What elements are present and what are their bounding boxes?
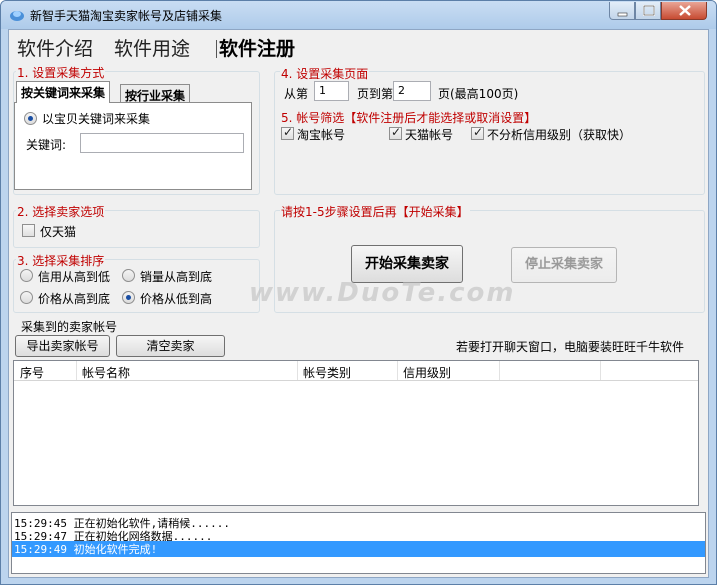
col-index[interactable]: 序号 xyxy=(20,364,44,381)
keyword-tab-panel: 以宝贝关键词来采集 关键词: xyxy=(14,102,252,190)
window-title: 新智手天猫淘宝卖家帐号及店铺采集 xyxy=(30,9,223,23)
to-page-input[interactable]: 2 xyxy=(393,81,431,101)
column-divider xyxy=(397,361,398,380)
tab-industry[interactable]: 按行业采集 xyxy=(120,84,191,103)
client-area: 软件介绍 软件用途 软件注册 1. 设置采集方式 按关键词来采集 按行业采集 以… xyxy=(8,29,709,578)
log-time: 15:29:49 xyxy=(14,543,67,556)
export-accounts-button[interactable]: 导出卖家帐号 xyxy=(15,335,110,357)
tab-keyword[interactable]: 按关键词来采集 xyxy=(16,81,111,103)
col-account-name[interactable]: 帐号名称 xyxy=(82,364,130,381)
checkbox-tmall-only[interactable] xyxy=(22,224,35,237)
column-divider xyxy=(76,361,77,380)
col-credit-level[interactable]: 信用级别 xyxy=(403,364,451,381)
page-settings-title: 4. 设置采集页面 xyxy=(280,65,370,82)
maximize-icon xyxy=(643,5,655,16)
checkbox-tmall-label: 天猫帐号 xyxy=(405,128,454,142)
checkbox-no-credit-label: 不分析信用级别（获取快） xyxy=(487,128,632,142)
action-hint: 请按1-5步骤设置后再【开始采集】 xyxy=(280,203,470,220)
account-filter-title: 5. 帐号筛选【软件注册后才能选择或取消设置】 xyxy=(280,109,538,126)
radio-sales-desc-label: 销量从高到底 xyxy=(140,270,213,284)
radio-sales-desc[interactable] xyxy=(122,269,135,282)
maximize-button[interactable] xyxy=(635,2,661,20)
chat-notice: 若要打开聊天窗口，电脑要装旺旺千牛软件 xyxy=(456,340,685,354)
clear-sellers-button[interactable]: 清空卖家 xyxy=(116,335,225,357)
from-page-input[interactable]: 1 xyxy=(314,81,349,101)
action-group xyxy=(274,210,705,313)
radio-keyword-label: 以宝贝关键词来采集 xyxy=(42,112,151,126)
log-line-selected: 15:29:49 初始化软件完成! xyxy=(12,541,705,557)
keyword-label: 关键词: xyxy=(26,138,67,152)
to-page-label: 页到第 xyxy=(357,87,394,101)
radio-price-asc[interactable] xyxy=(122,291,135,304)
col-account-type[interactable]: 帐号类别 xyxy=(303,364,351,381)
checkbox-tmall-only-label: 仅天猫 xyxy=(40,225,77,239)
title-bar: 新智手天猫淘宝卖家帐号及店铺采集 xyxy=(1,1,716,29)
results-title: 采集到的卖家帐号 xyxy=(21,320,118,334)
menu-register[interactable]: 软件注册 xyxy=(219,34,295,61)
column-divider xyxy=(297,361,298,380)
close-button[interactable] xyxy=(661,2,707,20)
checkbox-no-credit[interactable] xyxy=(471,125,484,140)
collect-method-title: 1. 设置采集方式 xyxy=(16,64,106,81)
minimize-icon xyxy=(617,12,628,17)
log-text: 初始化软件完成! xyxy=(73,543,158,556)
menu-usage[interactable]: 软件用途 xyxy=(114,34,190,61)
column-divider xyxy=(600,361,601,380)
radio-price-desc[interactable] xyxy=(20,291,33,304)
checkbox-taobao-label: 淘宝帐号 xyxy=(297,128,346,142)
minimize-button[interactable] xyxy=(609,2,635,20)
max-page-label: 页(最高100页) xyxy=(438,87,519,101)
checkbox-tmall[interactable] xyxy=(389,125,402,140)
results-table[interactable]: 序号 帐号名称 帐号类别 信用级别 xyxy=(13,360,699,506)
radio-keyword[interactable] xyxy=(24,112,37,125)
table-header: 序号 帐号名称 帐号类别 信用级别 xyxy=(14,361,698,381)
sort-order-title: 3. 选择采集排序 xyxy=(16,252,106,269)
app-window: 新智手天猫淘宝卖家帐号及店铺采集 软件介绍 软件用途 软件注册 1. 设置采集方… xyxy=(0,0,717,585)
stop-collect-button[interactable]: 停止采集卖家 xyxy=(511,247,617,283)
log-panel[interactable]: 15:29:45 正在初始化软件,请稍候...... 15:29:47 正在初始… xyxy=(11,512,706,574)
close-icon xyxy=(679,5,691,16)
app-icon xyxy=(10,11,24,21)
start-collect-button[interactable]: 开始采集卖家 xyxy=(351,245,463,283)
from-page-label: 从第 xyxy=(284,87,309,101)
radio-credit-desc-label: 信用从高到低 xyxy=(38,270,111,284)
column-divider xyxy=(499,361,500,380)
checkbox-taobao[interactable] xyxy=(281,125,294,140)
seller-options-title: 2. 选择卖家选项 xyxy=(16,203,106,220)
radio-price-desc-label: 价格从高到底 xyxy=(38,292,111,306)
menu-intro[interactable]: 软件介绍 xyxy=(17,34,93,61)
radio-credit-desc[interactable] xyxy=(20,269,33,282)
radio-price-asc-label: 价格从低到高 xyxy=(140,292,213,306)
menu-divider xyxy=(216,40,217,58)
keyword-input[interactable] xyxy=(80,133,244,153)
